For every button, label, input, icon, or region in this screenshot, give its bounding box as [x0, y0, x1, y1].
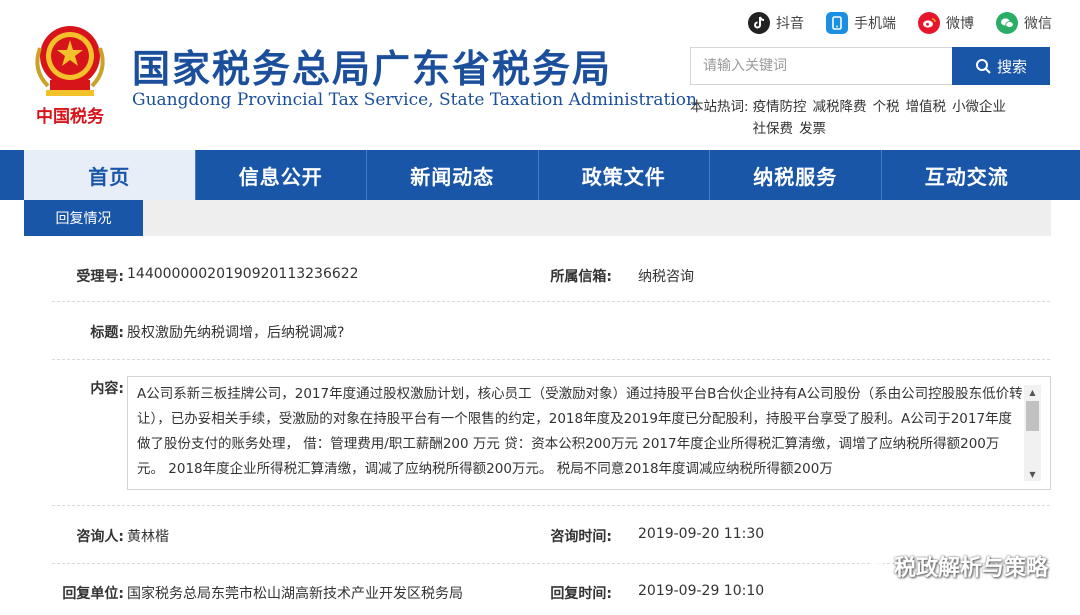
social-weibo[interactable]: 微博 [918, 12, 974, 34]
search-icon [975, 59, 991, 74]
mailbox-label: 所属信箱: [550, 269, 612, 285]
mobile-icon [826, 12, 848, 34]
ask-time-value: 2019-09-20 11:30 [638, 526, 765, 542]
wechat-icon [996, 12, 1018, 34]
reply-time-label: 回复时间: [550, 586, 612, 602]
id-value: 14400000020190920113236622 [127, 266, 359, 282]
content-text: A公司系新三板挂牌公司，2017年度通过股权激励计划，核心员工（受激励对象）通过… [137, 386, 1023, 477]
search-button[interactable]: 搜索 [952, 47, 1050, 85]
wechat-icon [858, 555, 886, 577]
site-header: 中国税务 国家税务总局广东省税务局 Guangdong Provincial T… [0, 0, 1080, 150]
title-label: 标题: [90, 325, 124, 341]
tax-emblem-logo[interactable]: 中国税务 [26, 20, 114, 130]
social-weibo-label: 微博 [946, 16, 974, 32]
mailbox-value: 纳税咨询 [638, 269, 694, 285]
reply-unit-value: 国家税务总局东莞市松山湖高新技术产业开发区税务局 [127, 586, 463, 602]
nav-item-info-disclosure[interactable]: 信息公开 [196, 150, 367, 200]
site-subtitle: Guangdong Provincial Tax Service, State … [132, 90, 697, 110]
scroll-thumb[interactable] [1026, 401, 1039, 431]
social-mobile[interactable]: 手机端 [826, 12, 896, 34]
douyin-icon [748, 12, 770, 34]
social-wechat[interactable]: 微信 [996, 12, 1052, 34]
hotword-link[interactable]: 小微企业 [952, 96, 1006, 118]
sub-nav-bar: 回复情况 [24, 200, 1051, 236]
asker-value: 黄林楷 [127, 529, 169, 545]
tab-reply-status[interactable]: 回复情况 [24, 200, 143, 236]
hotwords-label: 本站热词: [690, 99, 749, 115]
main-nav: 首页 信息公开 新闻动态 政策文件 纳税服务 互动交流 [0, 150, 1080, 200]
social-douyin-label: 抖音 [776, 16, 804, 32]
hotwords: 本站热词: 疫情防控 减税降费 个税 增值税 小微企业 社保费 发票 [690, 96, 1050, 140]
ask-time-label: 咨询时间: [550, 529, 612, 545]
wechat-watermark: 税政解析与策略 [858, 550, 1048, 582]
nav-item-news[interactable]: 新闻动态 [367, 150, 539, 200]
record-row-id: 受理号: 14400000020190920113236622 所属信箱: 纳税… [52, 252, 1050, 302]
social-links: 抖音 手机端 微博 微信 [748, 12, 1052, 34]
hotword-link[interactable]: 减税降费 [813, 96, 867, 118]
hotword-link[interactable]: 发票 [799, 118, 826, 140]
search-input[interactable] [690, 47, 952, 85]
social-wechat-label: 微信 [1024, 16, 1052, 32]
hotwords-list: 疫情防控 减税降费 个税 增值税 小微企业 社保费 发票 [753, 96, 1050, 140]
social-mobile-label: 手机端 [854, 16, 896, 32]
content-textarea[interactable]: A公司系新三板挂牌公司，2017年度通过股权激励计划，核心员工（受激励对象）通过… [127, 376, 1051, 490]
scroll-up-arrow-icon[interactable]: ▲ [1024, 385, 1041, 399]
title-value: 股权激励先纳税调增，后纳税调减? [127, 325, 345, 341]
watermark-text: 税政解析与策略 [893, 556, 1048, 581]
hotword-link[interactable]: 增值税 [906, 96, 947, 118]
emblem-text: 中国税务 [36, 106, 105, 127]
hotword-link[interactable]: 个税 [873, 96, 900, 118]
search-button-label: 搜索 [996, 57, 1027, 76]
search-box: 搜索 [690, 47, 1050, 85]
id-label: 受理号: [76, 269, 124, 285]
scroll-down-arrow-icon[interactable]: ▼ [1024, 467, 1041, 481]
reply-unit-label: 回复单位: [62, 586, 124, 602]
content-label: 内容: [90, 381, 124, 397]
weibo-icon [918, 12, 940, 34]
reply-time-value: 2019-09-29 10:10 [638, 583, 765, 599]
hotword-link[interactable]: 疫情防控 [753, 96, 807, 118]
asker-label: 咨询人: [76, 529, 124, 545]
hotword-link[interactable]: 社保费 [753, 118, 794, 140]
nav-item-tax-service[interactable]: 纳税服务 [710, 150, 882, 200]
record-row-content: 内容: A公司系新三板挂牌公司，2017年度通过股权激励计划，核心员工（受激励对… [52, 360, 1051, 506]
content-scrollbar[interactable]: ▲ ▼ [1024, 385, 1041, 481]
record-row-title: 标题: 股权激励先纳税调增，后纳税调减? [52, 302, 1050, 360]
nav-item-policy[interactable]: 政策文件 [539, 150, 710, 200]
nav-item-interaction[interactable]: 互动交流 [882, 150, 1053, 200]
site-title: 国家税务总局广东省税务局 [132, 47, 613, 91]
nav-item-home[interactable]: 首页 [24, 150, 196, 200]
social-douyin[interactable]: 抖音 [748, 12, 804, 34]
